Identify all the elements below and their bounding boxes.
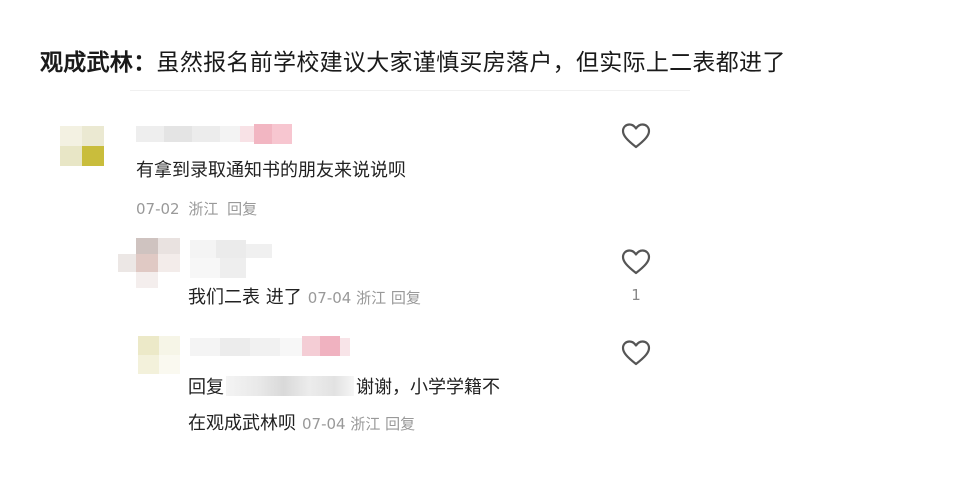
avatar[interactable] bbox=[118, 238, 180, 288]
headline-text: 虽然报名前学校建议大家谨慎买房落户，但实际上二表都进了 bbox=[156, 50, 786, 76]
reply-meta: 07-04 浙江 回复 bbox=[302, 415, 415, 433]
comment-text: 有拿到录取通知书的朋友来说说呗 bbox=[136, 160, 406, 181]
heart-icon bbox=[621, 340, 651, 366]
username-redacted[interactable] bbox=[190, 336, 350, 358]
reply-prefix: 回复 bbox=[188, 377, 224, 398]
avatar[interactable] bbox=[138, 336, 180, 374]
divider bbox=[130, 90, 690, 91]
like-button[interactable] bbox=[621, 122, 651, 150]
mention-redacted[interactable] bbox=[226, 376, 354, 396]
headline-name: 观成武林 bbox=[40, 50, 134, 76]
headline-colon: ： bbox=[133, 50, 157, 76]
reply-body: 我们二表 进了 bbox=[188, 287, 302, 308]
reply-date: 07-04 bbox=[302, 415, 346, 433]
reply-body: 谢谢，小学学籍不 bbox=[356, 377, 500, 398]
comment-location: 浙江 bbox=[188, 200, 219, 218]
heart-icon bbox=[621, 249, 651, 275]
reply-date: 07-04 bbox=[307, 289, 352, 307]
heart-icon bbox=[621, 123, 651, 149]
like-count: 1 bbox=[631, 286, 641, 304]
comment-meta: 07-02 浙江 回复 bbox=[136, 198, 261, 220]
reply-text-line2: 在观成武林呗 07-04 浙江 回复 bbox=[188, 411, 415, 437]
reply-button[interactable]: 回复 bbox=[391, 289, 421, 307]
comment-date: 07-02 bbox=[136, 200, 180, 218]
reply-text: 我们二表 进了 07-04 浙江 回复 bbox=[188, 285, 421, 311]
username-redacted[interactable] bbox=[190, 240, 300, 280]
reply-button[interactable]: 回复 bbox=[227, 200, 257, 218]
reply-location: 浙江 bbox=[350, 415, 381, 433]
reply-text-line1: 回复 谢谢，小学学籍不 bbox=[188, 375, 500, 401]
reply-location: 浙江 bbox=[356, 289, 387, 307]
avatar[interactable] bbox=[60, 126, 104, 166]
like-button[interactable] bbox=[621, 248, 651, 276]
reply-body-cont: 在观成武林呗 bbox=[188, 413, 296, 434]
reply-meta: 07-04 浙江 回复 bbox=[308, 289, 421, 307]
article-headline: 观成武林：虽然报名前学校建议大家谨慎买房落户，但实际上二表都进了 bbox=[40, 46, 786, 80]
username-redacted[interactable] bbox=[136, 124, 292, 144]
reply-button[interactable]: 回复 bbox=[385, 415, 415, 433]
like-button[interactable] bbox=[621, 339, 651, 367]
